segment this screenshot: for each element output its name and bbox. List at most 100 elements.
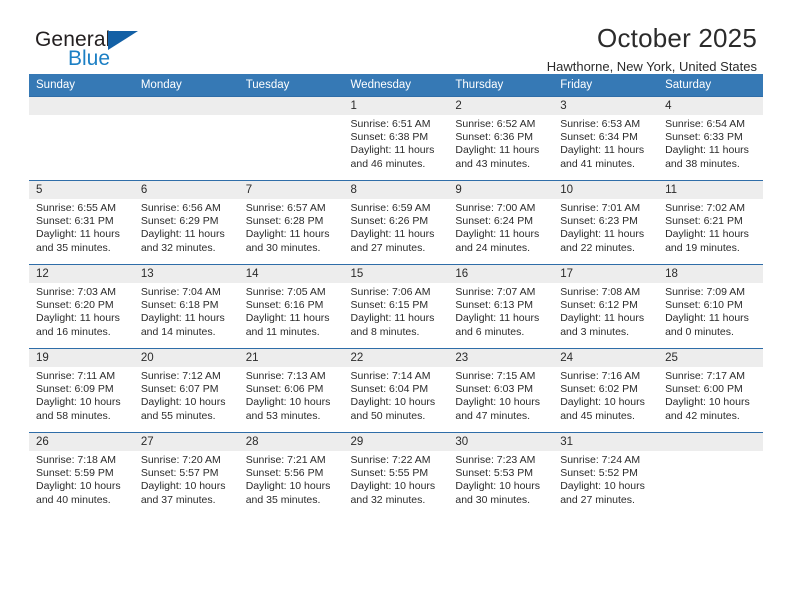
sunrise-text: Sunrise: 6:52 AM [455, 118, 536, 130]
daylight-text: Daylight: 10 hours and 53 minutes. [245, 396, 331, 422]
calendar-day-cell[interactable]: 1 Sunrise: 6:51 AM Sunset: 6:38 PM Daylight… [343, 96, 449, 181]
calendar-day-cell[interactable]: 26 Sunrise: 7:18 AM Sunset: 5:59 PM Dayligh… [29, 432, 134, 516]
sunset-text: Sunset: 6:36 PM [455, 131, 534, 144]
calendar-day-cell[interactable]: 16 Sunrise: 7:07 AM Sunset: 6:13 PM Dayligh… [448, 264, 554, 349]
day-cell-details: Sunrise: 7:05 AM Sunset: 6:16 PM Daylight:… [239, 283, 344, 339]
day-cell-details: Sunrise: 7:06 AM Sunset: 6:15 PM Daylight:… [344, 283, 449, 339]
calendar-week-row: 19 Sunrise: 7:11 AM Sunset: 6:09 PM Dayligh… [29, 348, 763, 433]
daylight-text: Daylight: 11 hours and 14 minutes. [140, 312, 225, 338]
daylight-text: Daylight: 10 hours and 58 minutes. [36, 396, 121, 422]
day-cell-inner: 29 Sunrise: 7:22 AM Sunset: 5:55 PM Dayligh… [343, 433, 449, 516]
sunrise-text: Sunrise: 6:56 AM [140, 202, 221, 214]
daylight-text: Daylight: 10 hours and 32 minutes. [350, 480, 436, 506]
day-number [238, 97, 344, 115]
calendar-day-cell[interactable]: 28 Sunrise: 7:21 AM Sunset: 5:56 PM Dayligh… [238, 432, 344, 516]
weekday-header-wednesday: Wednesday [343, 74, 449, 97]
day-cell-inner: 27 Sunrise: 7:20 AM Sunset: 5:57 PM Dayligh… [133, 433, 239, 516]
sunset-text: Sunset: 5:53 PM [455, 467, 534, 480]
day-number: 18 [658, 265, 763, 283]
sunset-text: Sunset: 5:52 PM [560, 467, 638, 480]
sunset-text: Sunset: 6:10 PM [665, 299, 743, 312]
day-number: 12 [29, 265, 134, 283]
sunrise-text: Sunrise: 7:04 AM [140, 286, 221, 298]
calendar-day-cell[interactable]: 10 Sunrise: 7:01 AM Sunset: 6:23 PM Dayligh… [553, 180, 659, 265]
calendar-day-cell[interactable]: 17 Sunrise: 7:08 AM Sunset: 6:12 PM Dayligh… [553, 264, 659, 349]
sunrise-text: Sunrise: 7:21 AM [245, 454, 326, 466]
day-cell-details: Sunrise: 6:59 AM Sunset: 6:26 PM Daylight:… [344, 199, 449, 255]
sunset-text: Sunset: 6:21 PM [665, 215, 743, 228]
calendar-day-cell[interactable]: 12 Sunrise: 7:03 AM Sunset: 6:20 PM Dayligh… [29, 264, 134, 349]
sunrise-text: Sunrise: 7:11 AM [36, 370, 116, 382]
daylight-text: Daylight: 11 hours and 27 minutes. [350, 228, 435, 254]
day-number: 19 [29, 349, 134, 367]
title-block: October 2025 Hawthorne, New York, United… [547, 22, 757, 76]
calendar-day-cell[interactable]: 18 Sunrise: 7:09 AM Sunset: 6:10 PM Dayligh… [658, 264, 763, 349]
day-cell-inner: 18 Sunrise: 7:09 AM Sunset: 6:10 PM Dayligh… [658, 265, 763, 349]
daylight-text: Daylight: 10 hours and 42 minutes. [665, 396, 750, 422]
day-cell-inner: 7 Sunrise: 6:57 AM Sunset: 6:28 PM Daylight… [238, 181, 344, 265]
calendar-day-cell[interactable]: 25 Sunrise: 7:17 AM Sunset: 6:00 PM Dayligh… [658, 348, 763, 433]
day-number: 31 [553, 433, 659, 451]
calendar-day-cell[interactable]: 31 Sunrise: 7:24 AM Sunset: 5:52 PM Dayligh… [553, 432, 659, 516]
calendar-day-cell[interactable]: 24 Sunrise: 7:16 AM Sunset: 6:02 PM Dayligh… [553, 348, 659, 433]
page-masthead: General Blue October 2025 Hawthorne, New… [29, 0, 763, 74]
calendar-day-cell[interactable]: 29 Sunrise: 7:22 AM Sunset: 5:55 PM Dayligh… [343, 432, 449, 516]
calendar-day-cell[interactable]: 11 Sunrise: 7:02 AM Sunset: 6:21 PM Dayligh… [658, 180, 763, 265]
calendar-day-cell[interactable]: 30 Sunrise: 7:23 AM Sunset: 5:53 PM Dayligh… [448, 432, 554, 516]
calendar-day-cell[interactable]: 2 Sunrise: 6:52 AM Sunset: 6:36 PM Daylight… [448, 96, 554, 181]
calendar-day-cell[interactable]: 19 Sunrise: 7:11 AM Sunset: 6:09 PM Dayligh… [29, 348, 134, 433]
sunrise-text: Sunrise: 7:12 AM [140, 370, 221, 382]
sunrise-text: Sunrise: 7:20 AM [140, 454, 221, 466]
calendar-day-cell[interactable]: 27 Sunrise: 7:20 AM Sunset: 5:57 PM Dayligh… [133, 432, 239, 516]
sunrise-text: Sunrise: 7:02 AM [665, 202, 746, 214]
day-number: 20 [133, 349, 239, 367]
daylight-text: Daylight: 11 hours and 41 minutes. [560, 144, 645, 170]
day-cell-details: Sunrise: 7:20 AM Sunset: 5:57 PM Daylight:… [134, 451, 239, 507]
day-cell-details: Sunrise: 7:24 AM Sunset: 5:52 PM Daylight:… [553, 451, 658, 507]
calendar-day-cell[interactable]: 14 Sunrise: 7:05 AM Sunset: 6:16 PM Dayligh… [238, 264, 344, 349]
sunset-text: Sunset: 6:26 PM [350, 215, 429, 228]
day-cell-details: Sunrise: 7:11 AM Sunset: 6:09 PM Daylight:… [29, 367, 134, 423]
sunset-text: Sunset: 6:28 PM [245, 215, 324, 228]
sunrise-text: Sunrise: 7:08 AM [560, 286, 641, 298]
day-number: 15 [343, 265, 449, 283]
calendar-day-cell[interactable]: 22 Sunrise: 7:14 AM Sunset: 6:04 PM Dayligh… [343, 348, 449, 433]
day-number: 27 [133, 433, 239, 451]
calendar-day-cell[interactable]: 6 Sunrise: 6:56 AM Sunset: 6:29 PM Daylight… [133, 180, 239, 265]
calendar-day-cell[interactable]: 15 Sunrise: 7:06 AM Sunset: 6:15 PM Dayligh… [343, 264, 449, 349]
sunset-text: Sunset: 5:56 PM [245, 467, 324, 480]
day-cell-details: Sunrise: 6:56 AM Sunset: 6:29 PM Daylight:… [134, 199, 239, 255]
weekday-header-saturday: Saturday [658, 74, 763, 97]
day-number [133, 97, 239, 115]
day-number: 5 [29, 181, 134, 199]
day-number [658, 433, 763, 451]
sunrise-text: Sunrise: 7:09 AM [665, 286, 746, 298]
calendar-day-cell[interactable]: 8 Sunrise: 6:59 AM Sunset: 6:26 PM Daylight… [343, 180, 449, 265]
day-cell-details: Sunrise: 7:04 AM Sunset: 6:18 PM Daylight:… [134, 283, 239, 339]
day-number: 7 [238, 181, 344, 199]
logo-text-blue: Blue [68, 47, 111, 70]
calendar-day-cell[interactable]: 4 Sunrise: 6:54 AM Sunset: 6:33 PM Daylight… [658, 96, 763, 181]
calendar-day-cell[interactable]: 5 Sunrise: 6:55 AM Sunset: 6:31 PM Daylight… [29, 180, 134, 265]
calendar-week-row: 26 Sunrise: 7:18 AM Sunset: 5:59 PM Dayligh… [29, 432, 763, 516]
calendar-day-cell[interactable]: 20 Sunrise: 7:12 AM Sunset: 6:07 PM Dayligh… [133, 348, 239, 433]
day-number: 16 [448, 265, 554, 283]
calendar-day-cell[interactable]: 7 Sunrise: 6:57 AM Sunset: 6:28 PM Daylight… [238, 180, 344, 265]
calendar-day-cell[interactable]: 21 Sunrise: 7:13 AM Sunset: 6:06 PM Dayligh… [238, 348, 344, 433]
day-cell-details: Sunrise: 6:52 AM Sunset: 6:36 PM Daylight:… [448, 115, 553, 171]
general-blue-logo[interactable]: General Blue [35, 28, 155, 74]
sunset-text: Sunset: 6:29 PM [140, 215, 219, 228]
sunrise-text: Sunrise: 6:54 AM [665, 118, 746, 130]
calendar-day-cell[interactable]: 23 Sunrise: 7:15 AM Sunset: 6:03 PM Dayligh… [448, 348, 554, 433]
sunset-text: Sunset: 6:34 PM [560, 131, 638, 144]
calendar-day-cell[interactable]: 13 Sunrise: 7:04 AM Sunset: 6:18 PM Dayligh… [133, 264, 239, 349]
day-cell-inner: 2 Sunrise: 6:52 AM Sunset: 6:36 PM Daylight… [448, 97, 554, 181]
day-number: 1 [343, 97, 449, 115]
daylight-text: Daylight: 11 hours and 0 minutes. [665, 312, 749, 338]
calendar-day-cell[interactable]: 9 Sunrise: 7:00 AM Sunset: 6:24 PM Daylight… [448, 180, 554, 265]
triangle-logo-icon [108, 31, 138, 50]
daylight-text: Daylight: 11 hours and 3 minutes. [560, 312, 645, 338]
sunset-text: Sunset: 5:55 PM [350, 467, 429, 480]
day-cell-details: Sunrise: 7:16 AM Sunset: 6:02 PM Daylight:… [553, 367, 658, 423]
calendar-day-cell[interactable]: 3 Sunrise: 6:53 AM Sunset: 6:34 PM Daylight… [553, 96, 659, 181]
